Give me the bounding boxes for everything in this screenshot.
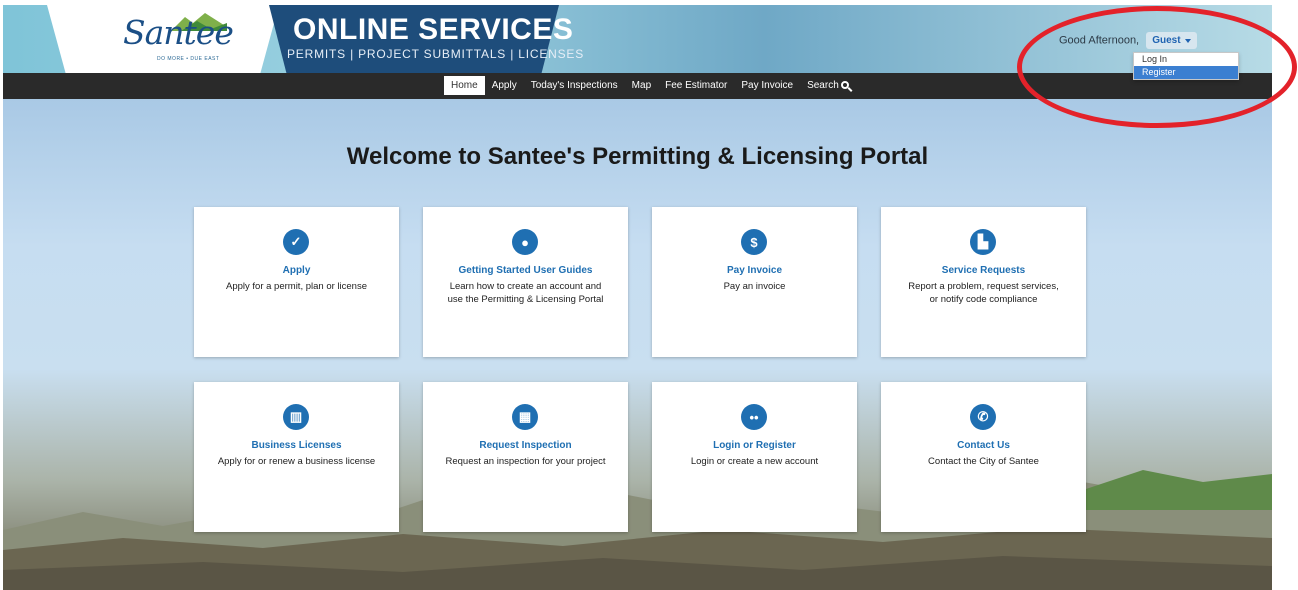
building-icon: ▥	[283, 404, 309, 430]
welcome-heading: Welcome to Santee's Permitting & Licensi…	[346, 143, 929, 170]
card-service-requests[interactable]: ▙ Service Requests Report a problem, req…	[881, 207, 1086, 357]
nav-fee-estimator[interactable]: Fee Estimator	[658, 76, 734, 95]
card-getting-started[interactable]: ● Getting Started User Guides Learn how …	[423, 207, 628, 357]
factory-icon: ▙	[970, 229, 996, 255]
caret-down-icon	[1185, 38, 1192, 43]
guest-label: Guest	[1152, 35, 1181, 46]
card-description: Report a problem, request services, or n…	[908, 281, 1059, 305]
card-description: Pay an invoice	[723, 281, 786, 292]
card-description: Learn how to create an account and use t…	[447, 281, 604, 305]
dollar-icon: $	[741, 229, 767, 255]
register-menu-item[interactable]: Register	[1134, 66, 1238, 79]
search-icon	[840, 81, 849, 89]
card-description: Request an inspection for your project	[445, 456, 606, 467]
logo-tagline: DO MORE • DUE EAST	[157, 56, 220, 62]
card-title: Getting Started User Guides	[458, 265, 593, 276]
card-title: Request Inspection	[479, 440, 572, 451]
nav-search[interactable]: Search	[800, 76, 856, 95]
card-login-register[interactable]: •• Login or Register Login or create a n…	[652, 382, 857, 532]
nav-pay-invoice[interactable]: Pay Invoice	[734, 76, 800, 95]
card-title: Login or Register	[713, 440, 796, 451]
card-title: Apply	[282, 265, 311, 276]
main-content: Welcome to Santee's Permitting & Licensi…	[3, 99, 1272, 590]
nav-search-label: Search	[807, 80, 839, 91]
login-menu-item[interactable]: Log In	[1134, 53, 1238, 66]
card-description: Login or create a new account	[690, 456, 819, 467]
nav-map[interactable]: Map	[625, 76, 658, 95]
card-description: Apply for or renew a business license	[217, 456, 376, 467]
santee-logo[interactable]: Santee	[123, 13, 234, 52]
card-title: Service Requests	[941, 265, 1026, 276]
card-contact-us[interactable]: ✆ Contact Us Contact the City of Santee	[881, 382, 1086, 532]
nav-apply[interactable]: Apply	[485, 76, 524, 95]
card-title: Business Licenses	[251, 440, 342, 451]
guest-dropdown: Log In Register	[1133, 52, 1239, 80]
card-title: Pay Invoice	[726, 265, 783, 276]
page-frame: Santee DO MORE • DUE EAST ONLINE SERVICE…	[3, 5, 1272, 590]
user-icon: ●	[512, 229, 538, 255]
calendar-icon: ▦	[512, 404, 538, 430]
users-icon: ••	[741, 404, 767, 430]
greeting-text: Good Afternoon,	[1059, 34, 1140, 47]
user-greeting: Good Afternoon, Guest	[1059, 32, 1198, 50]
card-description: Contact the City of Santee	[928, 456, 1039, 467]
card-business-licenses[interactable]: ▥ Business Licenses Apply for or renew a…	[194, 382, 399, 532]
card-title: Contact Us	[957, 440, 1010, 451]
site-header: Santee DO MORE • DUE EAST ONLINE SERVICE…	[3, 5, 1272, 73]
card-pay-invoice[interactable]: $ Pay Invoice Pay an invoice	[652, 207, 857, 357]
clipboard-check-icon: ✓	[283, 229, 309, 255]
card-description: Apply for a permit, plan or license	[226, 281, 367, 292]
card-apply[interactable]: ✓ Apply Apply for a permit, plan or lice…	[194, 207, 399, 357]
site-title: ONLINE SERVICES	[293, 13, 574, 46]
phone-icon: ✆	[970, 404, 996, 430]
nav-todays-inspections[interactable]: Today's Inspections	[524, 76, 625, 95]
main-navbar: Home Apply Today's Inspections Map Fee E…	[3, 73, 1272, 99]
guest-menu-button[interactable]: Guest	[1146, 32, 1198, 50]
card-request-inspection[interactable]: ▦ Request Inspection Request an inspecti…	[423, 382, 628, 532]
site-subtitle: PERMITS | PROJECT SUBMITTALS | LICENSES	[287, 47, 585, 61]
nav-home[interactable]: Home	[444, 76, 485, 95]
